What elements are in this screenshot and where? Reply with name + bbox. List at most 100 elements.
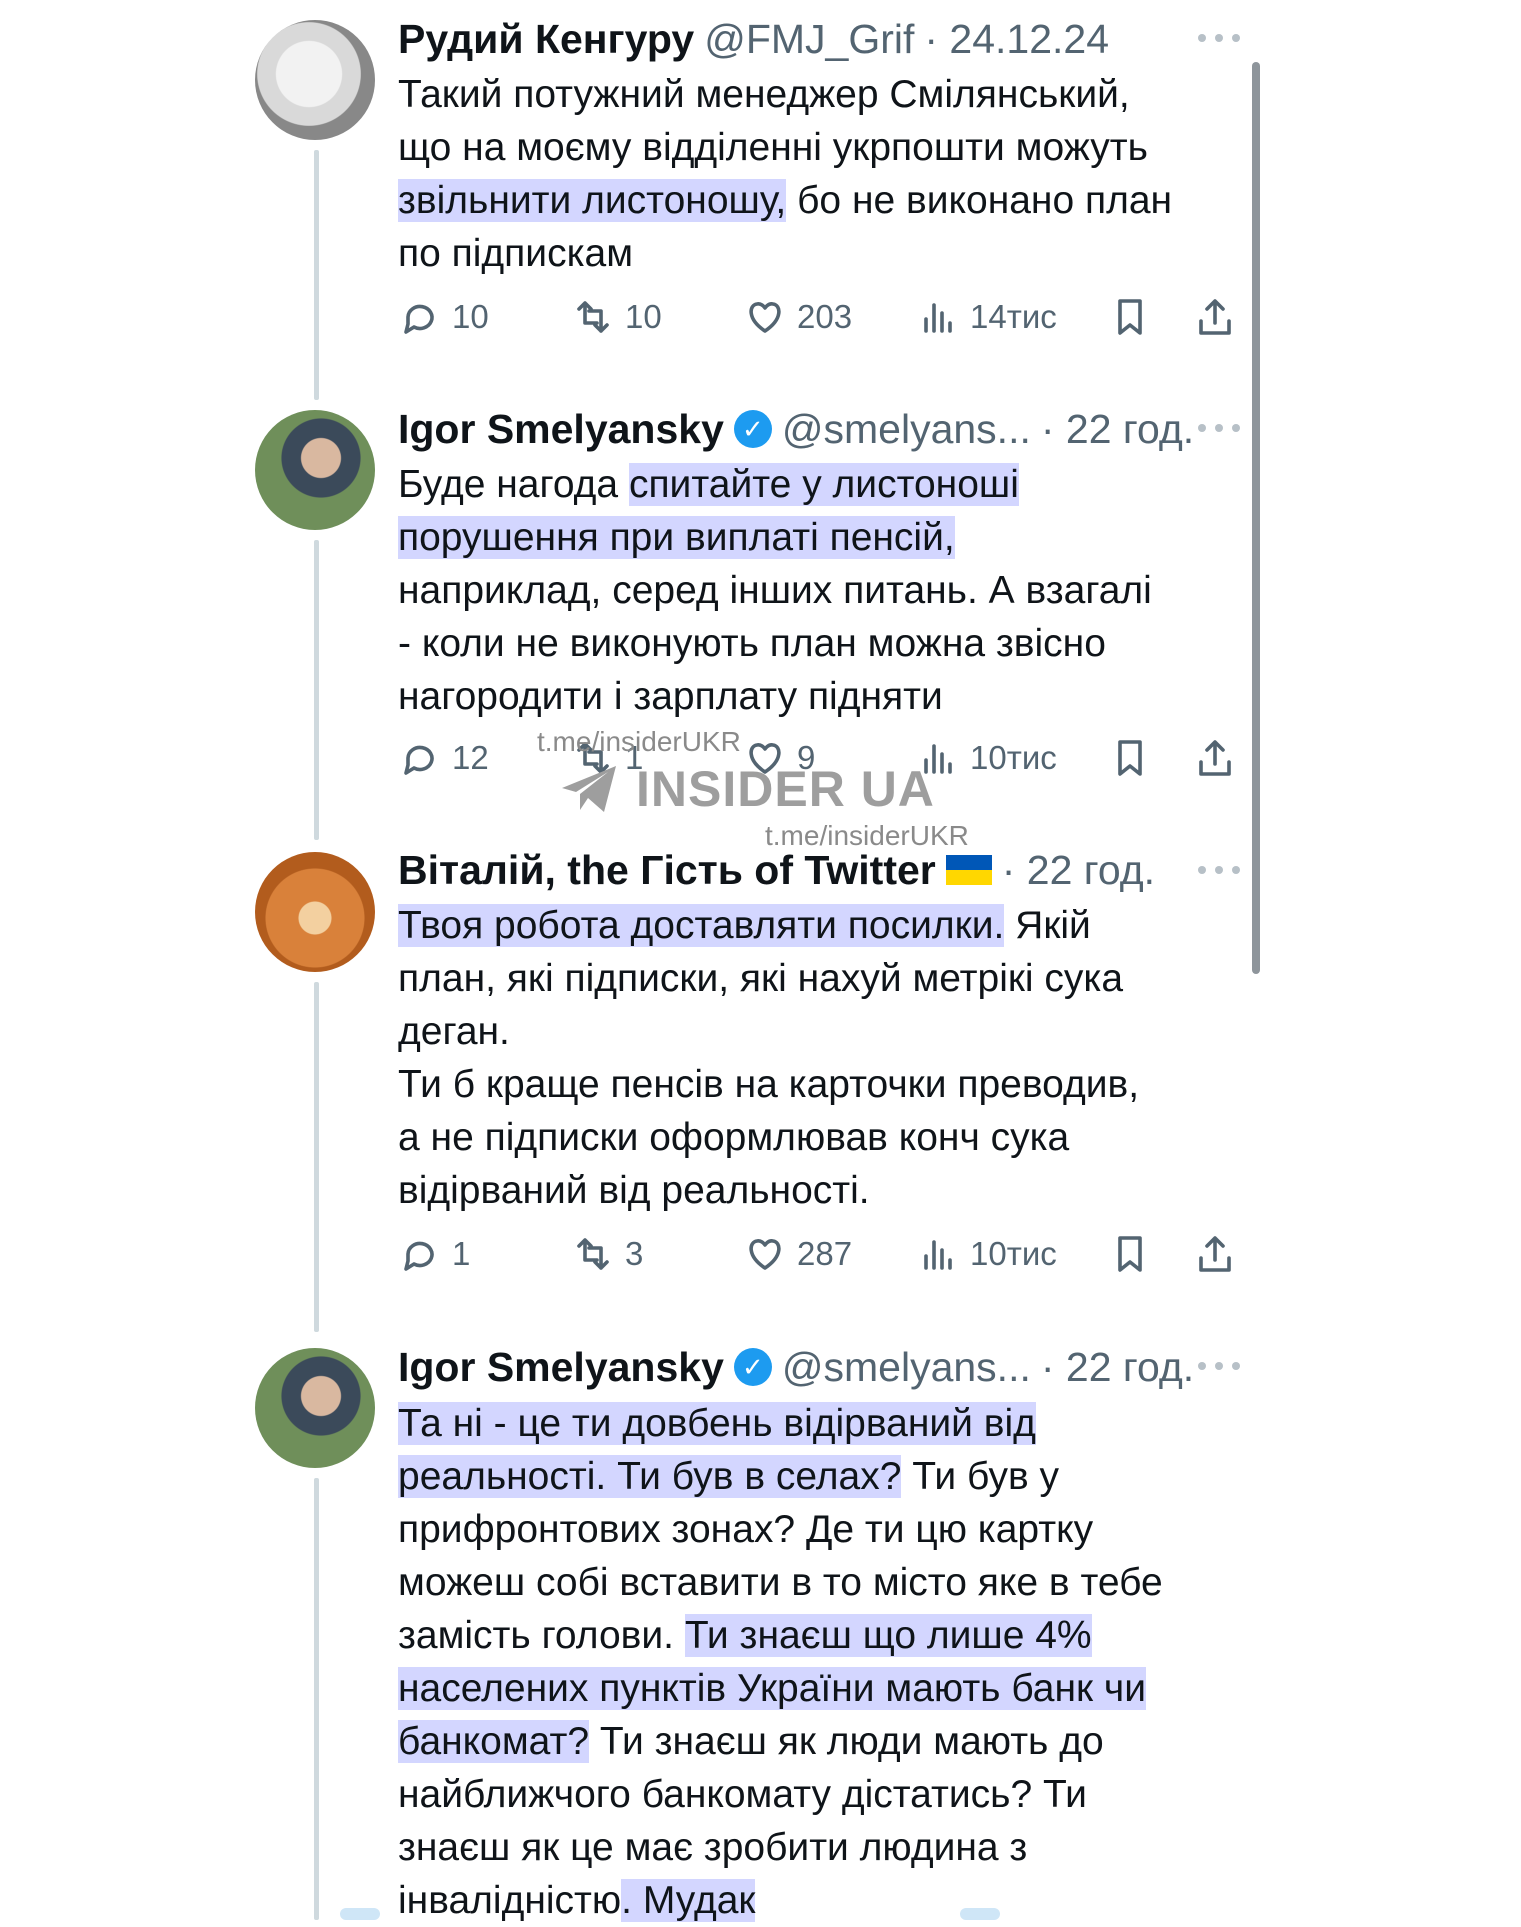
highlighted-text: банкомат? xyxy=(398,1720,590,1763)
tweet-text-line: - коли не виконують план можна звісно xyxy=(398,617,1258,670)
tweet-time[interactable]: · 24.12.24 xyxy=(924,16,1109,63)
watermark-url: t.me/insiderUKR xyxy=(537,726,741,757)
text-segment: по підпискам xyxy=(398,232,634,275)
text-segment: Буде нагода xyxy=(398,463,629,506)
tweet-text-line: Ти б краще пенсів на карточки преводив, xyxy=(398,1058,1258,1111)
replies-count: 12 xyxy=(452,739,489,776)
views-button[interactable]: 10тис xyxy=(916,1232,1057,1276)
text-segment: Ти був у xyxy=(901,1455,1060,1498)
text-segment: Ти б краще пенсів на карточки преводив, xyxy=(398,1063,1140,1106)
thread-line xyxy=(314,540,319,840)
retweet-icon xyxy=(577,301,609,333)
reply-button[interactable]: 1 xyxy=(398,1232,470,1276)
telegram-icon xyxy=(562,766,616,812)
tweet-text-line: найближчого банкомату дістатись? Ти xyxy=(398,1768,1258,1821)
retweet-button[interactable]: 3 xyxy=(571,1232,643,1276)
avatar[interactable] xyxy=(255,852,375,972)
tweet-text-line: населених пунктів України мають банк чи xyxy=(398,1662,1258,1715)
text-segment: знаєш як це має зробити людина з xyxy=(398,1826,1028,1869)
author-name[interactable]: Igor Smelyansky xyxy=(398,406,724,453)
bookmark-icon xyxy=(1118,740,1142,776)
text-segment: що на моєму відділенні укрпошти можуть xyxy=(398,126,1148,169)
like-button[interactable]: 203 xyxy=(743,295,852,339)
thread-line xyxy=(314,150,319,400)
tweet-text: Такий потужний менеджер Смілянський, що н… xyxy=(398,68,1258,280)
likes-count: 287 xyxy=(797,1235,853,1272)
tweet-text-line: деган. xyxy=(398,1005,1258,1058)
views-button[interactable]: 10тис xyxy=(916,736,1057,780)
reply-icon xyxy=(404,1241,434,1271)
tweet-time[interactable]: · 22 год. xyxy=(1041,1344,1194,1391)
reply-button[interactable]: 12 xyxy=(398,736,489,780)
author-name[interactable]: Igor Smelyansky xyxy=(398,1344,724,1391)
thread-line xyxy=(314,982,319,1332)
reply-button[interactable]: 10 xyxy=(398,295,489,339)
like-button[interactable]: 287 xyxy=(743,1232,852,1276)
text-segment: план, які підписки, які нахуй метрікі су… xyxy=(398,957,1124,1000)
text-segment: - коли не виконують план можна звісно xyxy=(398,622,1106,665)
ukraine-flag-icon xyxy=(945,855,992,885)
more-options-icon[interactable] xyxy=(1198,864,1240,876)
more-options-icon[interactable] xyxy=(1198,1360,1240,1372)
highlighted-text: спитайте у листоноші xyxy=(628,463,1019,506)
replies-count: 10 xyxy=(452,298,489,335)
tweet-actions: 10 10 203 14тис xyxy=(398,295,1238,351)
share-button[interactable] xyxy=(1193,1232,1237,1276)
highlighted-text: . Мудак xyxy=(621,1879,756,1922)
watermark-brand-text: INSIDER UA xyxy=(636,761,935,817)
scrollbar[interactable] xyxy=(1252,62,1260,974)
partial-icon xyxy=(340,1908,380,1920)
text-segment: прифронтових зонах? Де ти цю картку xyxy=(398,1508,1094,1551)
author-handle[interactable]: @smelyans... xyxy=(782,1344,1031,1391)
views-button[interactable]: 14тис xyxy=(916,295,1057,339)
author-handle[interactable]: @smelyans... xyxy=(782,406,1031,453)
text-segment: замість голови. xyxy=(398,1614,685,1657)
tweet-text: Та ні - це ти довбень відірваний від реал… xyxy=(398,1397,1258,1927)
tweet-text-line: що на моєму відділенні укрпошти можуть xyxy=(398,121,1258,174)
author-handle[interactable]: @FMJ_Grif xyxy=(704,16,914,63)
tweet-text-line: по підпискам xyxy=(398,227,1258,280)
text-segment: Такий потужний менеджер Смілянський, xyxy=(398,73,1130,116)
tweet-text-line: банкомат? Ти знаєш як люди мають до xyxy=(398,1715,1258,1768)
avatar[interactable] xyxy=(255,410,375,530)
author-name[interactable]: Рудий Кенгуру xyxy=(398,16,694,63)
tweet-text-line: Такий потужний менеджер Смілянський, xyxy=(398,68,1258,121)
text-segment: можеш собі вставити в то місто яке в теб… xyxy=(398,1561,1163,1604)
share-button[interactable] xyxy=(1193,736,1237,780)
tweet-text-line: реальності. Ти був в селах? Ти був у xyxy=(398,1450,1258,1503)
avatar[interactable] xyxy=(255,20,375,140)
tweet-text-line: Та ні - це ти довбень відірваний від xyxy=(398,1397,1258,1450)
retweet-button[interactable]: 10 xyxy=(571,295,662,339)
tweet-header: Igor Smelyansky ✓ @smelyans... · 22 год. xyxy=(398,1339,1194,1395)
tweet-text-line: можеш собі вставити в то місто яке в теб… xyxy=(398,1556,1258,1609)
tweet-text-line: звільнити листоношу, бо не виконано план xyxy=(398,174,1258,227)
views-chart-icon xyxy=(924,303,952,333)
text-segment: наприклад, серед інших питань. А взагалі xyxy=(398,569,1152,612)
verified-badge-icon: ✓ xyxy=(733,1348,772,1386)
bookmark-button[interactable] xyxy=(1108,295,1152,339)
bookmark-button[interactable] xyxy=(1108,736,1152,780)
replies-count: 1 xyxy=(452,1235,471,1272)
text-segment: відірваний від реальності. xyxy=(398,1169,870,1212)
views-count: 14тис xyxy=(970,298,1057,335)
retweets-count: 10 xyxy=(625,298,662,335)
highlighted-text: звільнити листоношу, xyxy=(398,179,787,222)
tweet-text-line: нагородити і зарплату підняти xyxy=(398,670,1258,723)
avatar[interactable] xyxy=(255,1348,375,1468)
more-options-icon[interactable] xyxy=(1198,422,1240,434)
tweet-header: Рудий Кенгуру @FMJ_Grif · 24.12.24 xyxy=(398,11,1109,67)
more-options-icon[interactable] xyxy=(1198,32,1240,44)
highlighted-text: Ти знаєш що лише 4% xyxy=(684,1614,1092,1657)
text-segment: Ти знаєш як люди мають до xyxy=(589,1720,1104,1763)
author-name[interactable]: Віталій, the Гість of Twitter xyxy=(398,847,936,894)
tweet-time[interactable]: · 22 год. xyxy=(1002,847,1155,894)
share-button[interactable] xyxy=(1193,295,1237,339)
bookmark-icon xyxy=(1118,1236,1142,1272)
retweets-count: 3 xyxy=(625,1235,644,1272)
thread-line xyxy=(314,1478,319,1920)
bookmark-button[interactable] xyxy=(1108,1232,1152,1276)
tweet-time[interactable]: · 22 год. xyxy=(1041,406,1194,453)
text-segment: бо не виконано план xyxy=(786,179,1173,222)
text-segment: Якій xyxy=(1004,904,1091,947)
tweet-text-line: інвалідністю. Мудак xyxy=(398,1874,1258,1927)
